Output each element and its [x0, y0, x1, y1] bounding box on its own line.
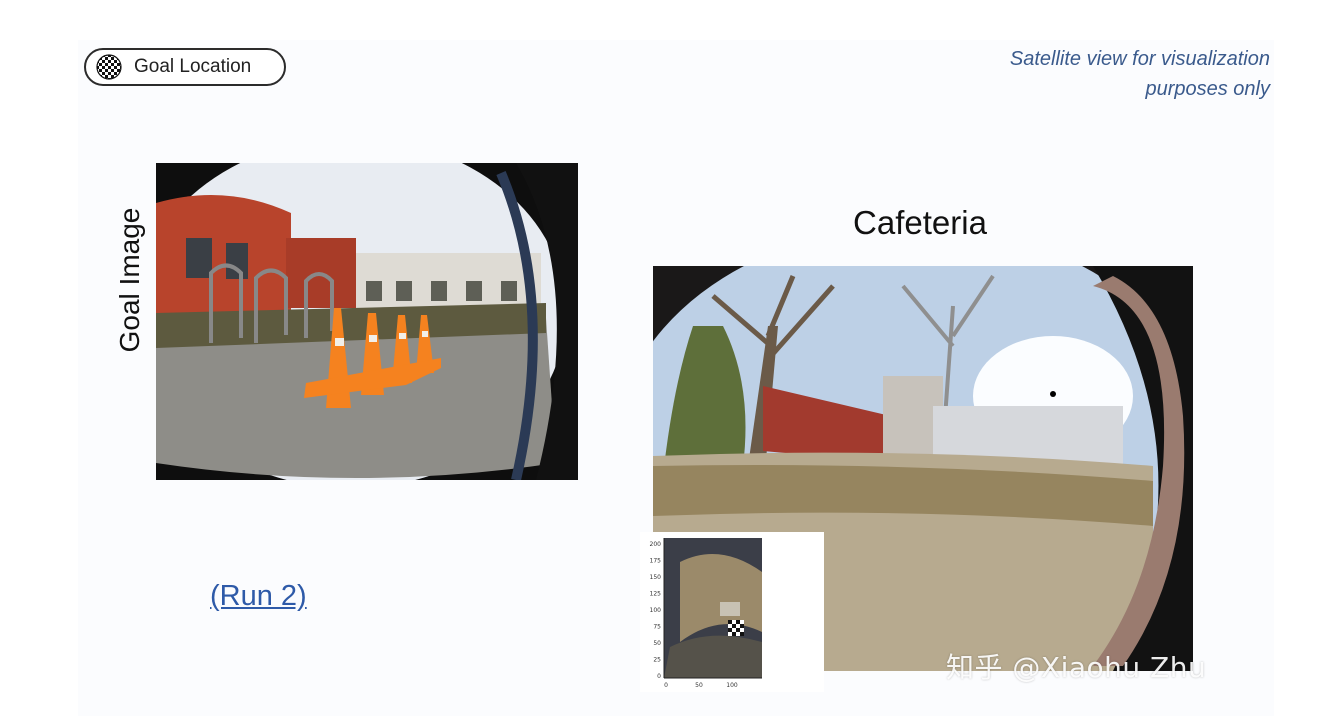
inset-y-tick: 150 — [650, 574, 662, 581]
watermark: 知乎 @Xiaohu Zhu — [946, 651, 1207, 684]
inset-x-tick: 100 — [726, 682, 738, 689]
goal-scene — [156, 163, 578, 480]
inset-y-tick: 25 — [653, 657, 661, 664]
location-title: Cafeteria — [853, 204, 987, 241]
inset-y-tick: 75 — [653, 624, 661, 631]
inset-y-tick: 200 — [650, 541, 662, 548]
inset-y-tick: 175 — [650, 558, 662, 565]
goal-location-legend: Goal Location — [84, 48, 286, 86]
satellite-note: Satellite view for visualization purpose… — [910, 44, 1270, 104]
inset-y-tick: 50 — [653, 640, 661, 647]
inset-y-tick: 0 — [657, 673, 661, 680]
goal-image-label: Goal Image — [114, 207, 145, 353]
inset-y-tick: 100 — [650, 607, 662, 614]
inset-x-tick: 50 — [695, 682, 703, 689]
note-line-1: Satellite view for visualization — [1009, 48, 1270, 70]
legend-label: Goal Location — [134, 56, 252, 77]
inset-y-tick: 125 — [650, 591, 662, 598]
inset-x-tick: 0 — [664, 682, 668, 689]
checkered-flag-icon — [96, 54, 122, 80]
run-2-link[interactable]: (Run 2) — [210, 580, 307, 613]
inset-map-plot: 200 175 150 125 100 75 50 25 0 0 50 100 — [650, 538, 762, 689]
goal-image-photo — [156, 163, 578, 480]
inset-map: 200 175 150 125 100 75 50 25 0 0 50 100 — [640, 532, 824, 692]
note-line-2: purposes only — [1145, 78, 1270, 100]
goal-marker-icon — [728, 620, 744, 636]
